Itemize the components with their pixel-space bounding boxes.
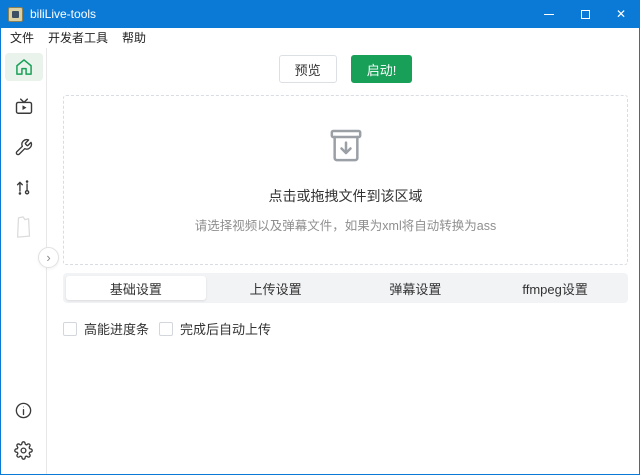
- dropzone-subtitle: 请选择视频以及弹幕文件，如果为xml将自动转换为ass: [195, 215, 496, 234]
- sidebar-bottom: [5, 396, 43, 464]
- menu-file[interactable]: 文件: [3, 28, 41, 48]
- home-icon: [14, 57, 34, 77]
- app-window: biliLive-tools ✕ 文件 开发者工具 帮助: [0, 0, 640, 475]
- main-content: 预览 启动! 点击或拖拽文件到该区域 请选择视频以及弹幕文件，如果为xml将自动…: [47, 48, 639, 474]
- checkbox-label: 高能进度条: [84, 319, 149, 338]
- close-icon: ✕: [616, 8, 626, 20]
- wrench-icon: [14, 138, 33, 157]
- titlebar: biliLive-tools ✕: [1, 0, 639, 28]
- minimize-button[interactable]: [531, 0, 567, 28]
- task-queue-icon: [14, 178, 33, 197]
- menubar: 文件 开发者工具 帮助: [1, 28, 639, 48]
- body: › 预览 启动! 点击或拖拽文件到该区域 请选择视频以及弹幕文件，如果为xml将…: [1, 48, 639, 474]
- checkbox-auto-upload[interactable]: 完成后自动上传: [159, 319, 271, 338]
- sidebar-collapse-button[interactable]: ›: [38, 247, 59, 268]
- sidebar-item-recorder[interactable]: [5, 93, 43, 121]
- window-controls: ✕: [531, 0, 639, 28]
- info-icon: [14, 401, 33, 420]
- checkbox-icon: [63, 322, 77, 336]
- preview-button[interactable]: 预览: [279, 55, 337, 83]
- sidebar-item-tools[interactable]: [5, 133, 43, 161]
- sidebar-item-about[interactable]: [5, 396, 43, 424]
- sidebar-item-home[interactable]: [5, 53, 43, 81]
- tab-ffmpeg-settings[interactable]: ffmpeg设置: [485, 276, 625, 300]
- maximize-icon: [581, 10, 590, 19]
- close-button[interactable]: ✕: [603, 0, 639, 28]
- mascot-icon: [13, 214, 35, 240]
- tab-upload-settings[interactable]: 上传设置: [206, 276, 346, 300]
- sidebar-item-queue[interactable]: [5, 173, 43, 201]
- minimize-icon: [544, 14, 554, 15]
- menu-help[interactable]: 帮助: [115, 28, 153, 48]
- sidebar-item-settings[interactable]: [5, 436, 43, 464]
- archive-upload-icon: [326, 126, 366, 166]
- tab-danmaku-settings[interactable]: 弹幕设置: [346, 276, 486, 300]
- window-title: biliLive-tools: [30, 7, 96, 21]
- checkbox-high-energy-bar[interactable]: 高能进度条: [63, 319, 149, 338]
- gear-icon: [14, 441, 33, 460]
- file-dropzone[interactable]: 点击或拖拽文件到该区域 请选择视频以及弹幕文件，如果为xml将自动转换为ass: [63, 95, 628, 265]
- start-button[interactable]: 启动!: [351, 55, 413, 83]
- sidebar-item-live[interactable]: [5, 213, 43, 241]
- dropzone-title: 点击或拖拽文件到该区域: [269, 186, 423, 206]
- tab-basic-settings[interactable]: 基础设置: [66, 276, 206, 300]
- settings-tabs: 基础设置 上传设置 弹幕设置 ffmpeg设置: [63, 273, 628, 303]
- menu-devtools[interactable]: 开发者工具: [41, 28, 115, 48]
- checkbox-label: 完成后自动上传: [180, 319, 271, 338]
- options-row: 高能进度条 完成后自动上传: [63, 319, 628, 338]
- maximize-button[interactable]: [567, 0, 603, 28]
- app-logo-icon: [8, 7, 23, 22]
- actions-row: 预览 启动!: [63, 55, 628, 83]
- checkbox-icon: [159, 322, 173, 336]
- chevron-right-icon: ›: [46, 251, 50, 264]
- tv-play-icon: [14, 97, 34, 117]
